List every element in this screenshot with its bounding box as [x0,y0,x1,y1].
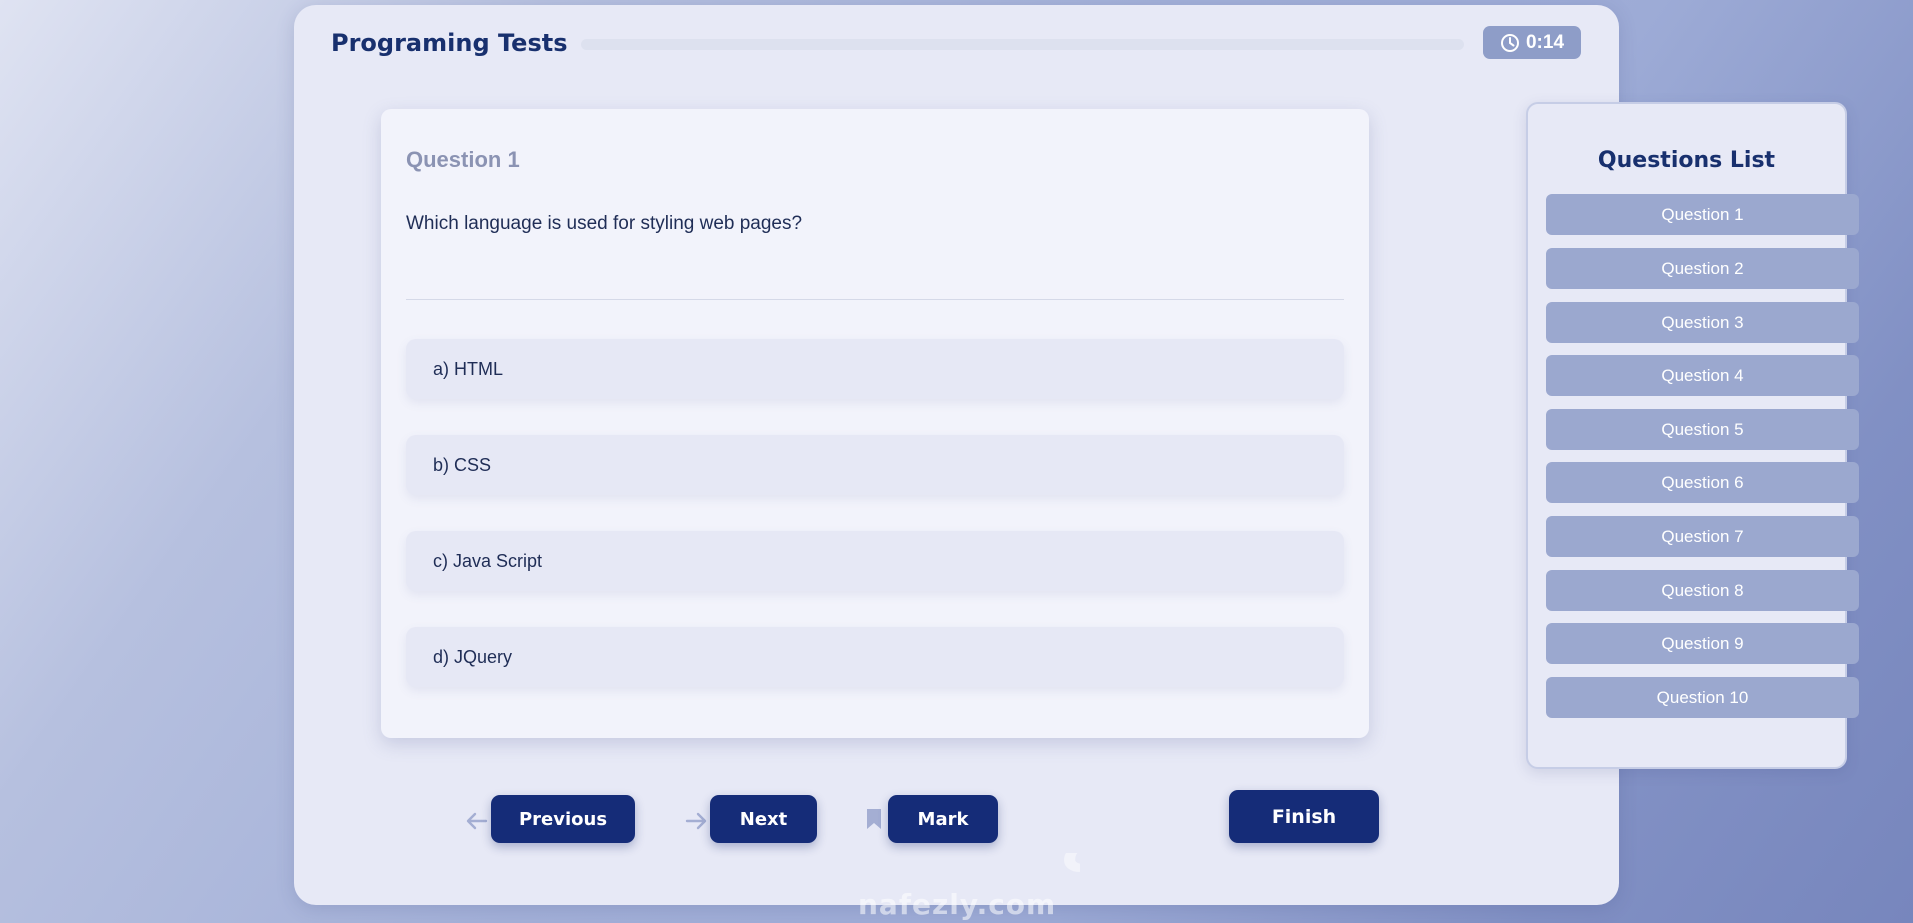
questions-list-panel: Questions List Question 1 Question 2 Que… [1526,102,1859,769]
question-text: Which language is used for styling web p… [406,213,803,234]
sidebar-title: Questions List [1597,148,1776,173]
finish-button[interactable]: Finish [1229,790,1379,843]
sidebar-item-question-10[interactable]: Question 10 [1546,677,1859,718]
answer-option-d[interactable]: d) JQuery [406,627,1344,687]
arrow-right-icon [685,812,707,830]
sidebar-item-question-7[interactable]: Question 7 [1546,516,1859,557]
answer-option-b[interactable]: b) CSS [406,435,1344,495]
progress-bar [581,39,1464,50]
divider [406,299,1344,300]
exam-header: Programing Tests 0:14 [331,25,1581,65]
question-card: Question 1 Which language is used for st… [381,109,1369,738]
sidebar-item-question-2[interactable]: Question 2 [1546,248,1859,289]
sidebar-item-question-8[interactable]: Question 8 [1546,570,1859,611]
page-title: Programing Tests [331,29,568,57]
timer-badge: 0:14 [1483,26,1581,59]
sidebar-item-question-4[interactable]: Question 4 [1546,355,1859,396]
previous-button[interactable]: Previous [491,795,635,843]
clock-icon [1500,33,1519,52]
sidebar-item-question-1[interactable]: Question 1 [1546,194,1859,235]
next-button[interactable]: Next [710,795,817,843]
sidebar-item-question-6[interactable]: Question 6 [1546,462,1859,503]
sidebar-item-question-9[interactable]: Question 9 [1546,623,1859,664]
exam-panel: Programing Tests 0:14 Question 1 Which l… [294,5,1619,905]
sidebar-item-question-5[interactable]: Question 5 [1546,409,1859,450]
arrow-left-icon [466,812,488,830]
answer-option-c[interactable]: c) Java Script [406,531,1344,591]
bookmark-icon [867,809,881,829]
question-number: Question 1 [406,147,520,172]
mark-button[interactable]: Mark [888,795,998,843]
answer-option-a[interactable]: a) HTML [406,339,1344,399]
sidebar-item-question-3[interactable]: Question 3 [1546,302,1859,343]
timer-value: 0:14 [1525,31,1565,53]
